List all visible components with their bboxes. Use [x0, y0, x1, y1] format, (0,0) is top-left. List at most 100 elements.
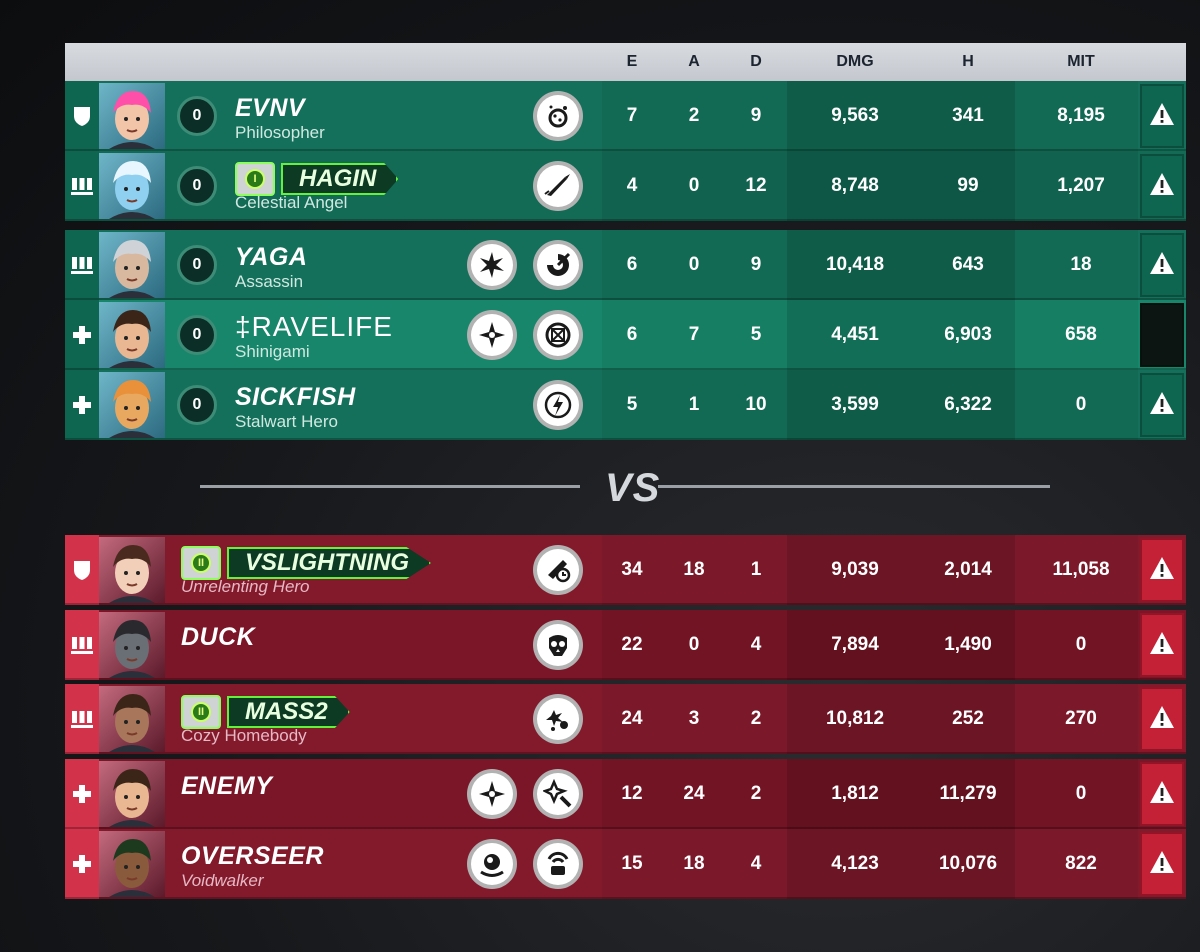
player-row[interactable]: ENEMY 12 24 2 1,812 11,279 0: [65, 759, 1186, 829]
report-player-button[interactable]: [1140, 613, 1184, 677]
row-divider: [65, 438, 1186, 440]
team-allies: 0 EVNV Philosopher 7 2 9 9,563 341 8,195 0 I HAGIN C…: [65, 81, 1186, 440]
boost-icon[interactable]: [533, 545, 583, 595]
player-row[interactable]: 0 ‡RAVELIFE Shinigami 6 7 5 4,451 6,903 658: [65, 300, 1186, 370]
stat-deaths: 4: [750, 853, 762, 874]
rank-emblem-numeral: II: [191, 553, 211, 573]
player-name-badge[interactable]: II MASS2: [181, 695, 350, 729]
rank-emblem-numeral: I: [245, 169, 265, 189]
damage-role-icon: [65, 230, 99, 300]
stat-deaths: 2: [750, 783, 762, 804]
report-player-button[interactable]: [1140, 762, 1184, 826]
stat-healing: 99: [957, 175, 979, 196]
hero-portrait[interactable]: [99, 831, 165, 897]
player-row[interactable]: II MASS2 Cozy Homebody 24 3 2 10,812 252 270: [65, 684, 1186, 754]
rocket-icon[interactable]: [533, 161, 583, 211]
report-player-button[interactable]: [1140, 84, 1184, 148]
endorsement-level: 0: [177, 315, 217, 355]
report-player-button[interactable]: [1140, 832, 1184, 896]
player-row[interactable]: OVERSEER Voidwalker 15 18 4 4,123 10,076 822: [65, 829, 1186, 899]
stat-mitigation: 18: [1070, 254, 1092, 275]
player-name[interactable]: OVERSEER: [181, 842, 324, 871]
stat-mitigation: 11,058: [1052, 559, 1110, 580]
kunai-icon[interactable]: [467, 310, 517, 360]
skull-icon[interactable]: [533, 620, 583, 670]
swirl-icon[interactable]: [533, 240, 583, 290]
stat-damage: 4,123: [831, 853, 879, 874]
player-title: Assassin: [235, 272, 304, 291]
hero-portrait[interactable]: [99, 686, 165, 752]
rank-emblem-icon: II: [181, 695, 221, 729]
player-title: Stalwart Hero: [235, 412, 338, 431]
flame-icon[interactable]: [533, 380, 583, 430]
player-name-badge[interactable]: I HAGIN: [235, 162, 399, 196]
warning-icon: [1149, 251, 1175, 280]
player-row[interactable]: 0 EVNV Philosopher 7 2 9 9,563 341 8,195: [65, 81, 1186, 151]
hero-portrait[interactable]: [99, 302, 165, 368]
player-name: HAGIN: [281, 163, 399, 195]
target-icon[interactable]: [533, 839, 583, 889]
report-slot-empty: [1140, 303, 1184, 367]
report-player-button[interactable]: [1140, 233, 1184, 297]
player-name[interactable]: DUCK: [181, 623, 255, 652]
warning-icon: [1149, 556, 1175, 585]
burst-icon[interactable]: [467, 240, 517, 290]
hero-portrait[interactable]: [99, 372, 165, 438]
player-title: Cozy Homebody: [181, 726, 307, 745]
player-row[interactable]: 0 YAGA Assassin 6 0 9 10,418 643 18: [65, 230, 1186, 300]
tank-role-icon: [65, 81, 99, 151]
orb-icon[interactable]: [467, 839, 517, 889]
endorsement-level: 0: [177, 96, 217, 136]
support-role-icon: [65, 300, 99, 370]
hero-portrait[interactable]: [99, 537, 165, 603]
player-name[interactable]: ENEMY: [181, 772, 272, 801]
column-header-damage: DMG: [836, 53, 874, 70]
warning-icon: [1149, 705, 1175, 734]
kunai-icon[interactable]: [467, 769, 517, 819]
player-row[interactable]: II VSLIGHTNING Unrelenting Hero 34 18 1 9,039 2…: [65, 535, 1186, 605]
report-player-button[interactable]: [1140, 154, 1184, 218]
row-divider: [65, 897, 1186, 899]
support-role-icon: [65, 759, 99, 829]
stat-mitigation: 8,195: [1057, 105, 1105, 126]
stop-icon[interactable]: [533, 310, 583, 360]
stat-mitigation: 658: [1065, 324, 1097, 345]
sparkle-icon[interactable]: [533, 769, 583, 819]
warning-icon: [1149, 102, 1175, 131]
player-row[interactable]: DUCK 22 0 4 7,894 1,490 0: [65, 610, 1186, 680]
stat-damage: 7,894: [831, 634, 879, 655]
player-name-badge[interactable]: II VSLIGHTNING: [181, 546, 432, 580]
stat-damage: 8,748: [831, 175, 879, 196]
rank-emblem-numeral: II: [191, 702, 211, 722]
player-name: MASS2: [227, 696, 350, 728]
tank-role-icon: [65, 535, 99, 605]
hero-portrait[interactable]: [99, 761, 165, 827]
player-name[interactable]: EVNV: [235, 94, 305, 123]
player-name[interactable]: YAGA: [235, 243, 307, 272]
stat-mitigation: 0: [1075, 783, 1087, 804]
player-name[interactable]: ‡RAVELIFE: [235, 311, 393, 343]
shots-icon[interactable]: [533, 694, 583, 744]
hero-portrait[interactable]: [99, 83, 165, 149]
stat-deaths: 9: [750, 105, 762, 126]
hero-portrait[interactable]: [99, 153, 165, 219]
report-player-button[interactable]: [1140, 687, 1184, 751]
player-row[interactable]: 0 I HAGIN Celestial Angel 4 0 12 8,748 99 1,207: [65, 151, 1186, 221]
row-divider: [65, 752, 1186, 754]
hero-portrait[interactable]: [99, 612, 165, 678]
row-divider: [65, 219, 1186, 221]
player-name[interactable]: SICKFISH: [235, 383, 356, 412]
player-name: VSLIGHTNING: [227, 547, 432, 579]
hero-portrait[interactable]: [99, 232, 165, 298]
row-divider: [65, 603, 1186, 605]
dot-burst-icon[interactable]: [533, 91, 583, 141]
stat-healing: 6,322: [944, 394, 992, 415]
support-role-icon: [65, 829, 99, 899]
stat-healing: 6,903: [944, 324, 992, 345]
column-header-eliminations: E: [626, 53, 638, 70]
report-player-button[interactable]: [1140, 373, 1184, 437]
player-row[interactable]: 0 SICKFISH Stalwart Hero 5 1 10 3,599 6,322 0: [65, 370, 1186, 440]
damage-role-icon: [65, 610, 99, 680]
support-role-icon: [65, 370, 99, 440]
report-player-button[interactable]: [1140, 538, 1184, 602]
